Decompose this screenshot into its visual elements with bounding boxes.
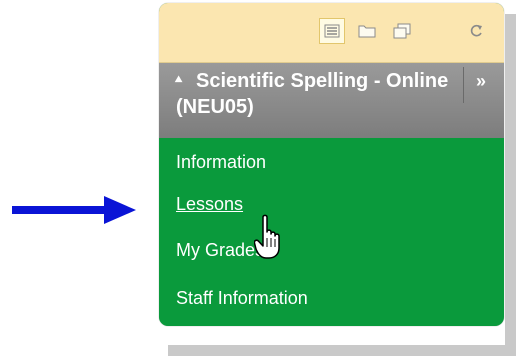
menu-item-lessons[interactable]: Lessons: [176, 192, 243, 216]
screenshot-stage: ⯅ Scientific Spelling - Online (NEU05) »…: [0, 0, 520, 360]
open-window-button[interactable]: [389, 18, 415, 44]
list-view-button[interactable]: [319, 18, 345, 44]
window-icon: [393, 23, 411, 39]
hand-cursor-icon: [254, 214, 280, 259]
folder-icon: [358, 25, 376, 38]
expand-menu-button[interactable]: »: [468, 67, 494, 95]
header-divider: [463, 67, 464, 103]
list-view-icon: [324, 24, 340, 38]
menu-item-information[interactable]: Information: [176, 150, 266, 174]
folder-view-button[interactable]: [354, 18, 380, 44]
refresh-button[interactable]: [463, 18, 489, 44]
menu-item-staff-information[interactable]: Staff Information: [176, 286, 308, 310]
panel-shadow: [505, 14, 516, 356]
course-menu-panel: ⯅ Scientific Spelling - Online (NEU05) »…: [159, 3, 504, 326]
panel-shadow: [168, 345, 516, 356]
refresh-icon: [470, 24, 482, 37]
course-title[interactable]: Scientific Spelling - Online (NEU05): [176, 68, 466, 120]
course-menu-toolbar: [159, 3, 504, 63]
course-title-header: ⯅ Scientific Spelling - Online (NEU05) »: [159, 63, 504, 138]
menu-item-my-grades[interactable]: My Grades: [176, 238, 264, 262]
annotation-arrow-icon: [12, 196, 136, 224]
